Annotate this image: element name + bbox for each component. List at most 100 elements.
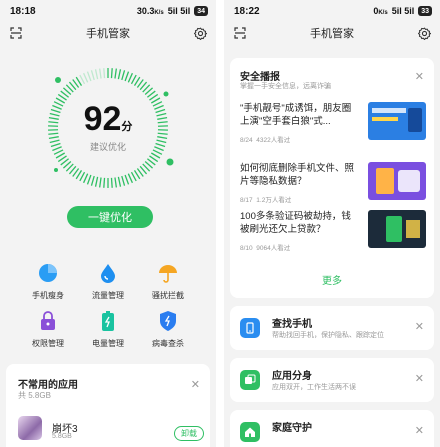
news-item[interactable]: "手机靓号"成诱饵，朋友圈上演"空手套白狼"式... 8/24 4322人看过 (240, 102, 426, 146)
news-item[interactable]: 100多条验证码被劫持，钱被刷光还欠上贷款？ 8/10 9064人看过 (240, 210, 426, 254)
list-item[interactable]: 崩坏3 5.8GB 卸载 (18, 416, 204, 446)
water-drop-icon (101, 264, 115, 283)
family-guard-icon (240, 422, 260, 442)
health-score-gauge: 92分 建议优化 (38, 58, 178, 198)
security-news-subtitle: 掌握一手安全信息，远离诈骗 (240, 83, 331, 90)
gauge-tick (130, 171, 137, 182)
settings-gear-icon[interactable] (416, 25, 432, 41)
gauge-tick (94, 176, 99, 187)
unused-apps-total: 共 5.8GB (18, 391, 51, 400)
uninstall-button[interactable]: 卸载 (174, 426, 204, 441)
app-clone-card[interactable]: 应用分身 应用双开，工作生活两不误 ✕ (230, 358, 434, 402)
news-views: 1.2万人看过 (256, 197, 292, 204)
status-bar: 18:18 30.3K/s 5il 5il 34 (0, 0, 216, 22)
page-title: 手机管家 (310, 28, 354, 40)
tool-data-usage[interactable]: 流量管理 (78, 262, 138, 301)
feature-subtitle: 帮助找回手机，保护隐私、跟踪定位 (272, 332, 384, 339)
tool-spam-block[interactable]: 骚扰拦截 (138, 262, 198, 301)
status-time: 18:18 (10, 5, 36, 17)
gauge-tick (110, 177, 113, 188)
health-score-label: 建议优化 (89, 142, 126, 152)
find-phone-icon (240, 318, 260, 338)
scan-icon[interactable] (232, 25, 248, 41)
gauge-tick (86, 71, 92, 82)
app-icon (18, 416, 42, 440)
news-views: 4322人看过 (256, 137, 291, 144)
app-size: 5.8GB (52, 433, 72, 440)
gauge-tick (103, 177, 106, 188)
unused-apps-title: 不常用的应用 (18, 380, 78, 391)
gauge-tick (99, 177, 102, 188)
gauge-dot (166, 158, 174, 166)
more-news-link[interactable]: 更多 (230, 272, 434, 287)
one-click-optimize-button[interactable]: 一键优化 (67, 206, 153, 228)
page-title: 手机管家 (86, 28, 130, 40)
news-views: 9064人看过 (256, 245, 291, 252)
family-guard-card[interactable]: 家庭守护 ✕ (230, 410, 434, 447)
gauge-tick (114, 68, 117, 79)
gauge-tick (121, 70, 126, 81)
scan-icon[interactable] (8, 25, 24, 41)
news-date: 8/24 (240, 137, 253, 144)
gauge-tick (117, 69, 122, 80)
gauge-tick (90, 70, 95, 81)
battery-icon: 33 (418, 6, 432, 16)
news-date: 8/17 (240, 197, 253, 204)
news-thumbnail (368, 210, 426, 248)
security-news-card: 安全播报 掌握一手安全信息，远离诈骗 ✕ "手机靓号"成诱饵，朋友圈上演"空手套… (230, 58, 434, 298)
close-icon[interactable]: ✕ (415, 320, 424, 333)
network-speed: 0K/s (373, 6, 388, 16)
gauge-tick (103, 68, 106, 79)
tool-virus-scan[interactable]: 病毒查杀 (138, 310, 198, 349)
news-date: 8/10 (240, 245, 253, 252)
gauge-tick (124, 71, 130, 82)
close-icon[interactable]: ✕ (415, 424, 424, 437)
feature-subtitle: 应用双开，工作生活两不误 (272, 384, 356, 391)
status-bar: 18:22 0K/s 5il 5il 33 (224, 0, 440, 22)
news-title: "手机靓号"成诱饵，朋友圈上演"空手套白狼"式... (240, 103, 352, 127)
news-title: 100多条验证码被劫持，钱被刷光还欠上贷款？ (240, 211, 351, 235)
tool-phone-slim[interactable]: 手机瘦身 (18, 262, 78, 301)
app-bar: 手机管家 (224, 22, 440, 44)
tool-permissions[interactable]: 权限管理 (18, 310, 78, 349)
signal-indicator: 5il 5il (167, 6, 191, 16)
news-item[interactable]: 如何彻底删除手机文件、照片等隐私数据？ 8/17 1.2万人看过 (240, 162, 426, 206)
gauge-tick (79, 74, 86, 85)
settings-gear-icon[interactable] (192, 25, 208, 41)
gauge-tick (150, 152, 161, 159)
gauge-tick (83, 173, 89, 184)
gauge-tick (127, 72, 133, 83)
gauge-tick (55, 152, 66, 159)
network-speed: 30.3K/s (136, 6, 164, 16)
health-score-unit: 分 (121, 121, 133, 133)
feature-title: 查找手机 (272, 319, 312, 330)
umbrella-icon (159, 265, 177, 283)
close-icon[interactable]: ✕ (415, 70, 424, 83)
battery-icon: 34 (194, 6, 208, 16)
close-icon[interactable]: ✕ (415, 372, 424, 385)
health-score-value: 92 (83, 100, 122, 138)
tool-battery[interactable]: 电量管理 (78, 310, 138, 349)
phone-manager-home-screen: 18:18 30.3K/s 5il 5il 34 手机管家 92分 建议优化 一… (0, 0, 216, 447)
gauge-tick (83, 72, 89, 83)
shield-icon (160, 311, 176, 331)
news-thumbnail (368, 102, 426, 140)
signal-indicator: 5il 5il (391, 6, 415, 16)
status-time: 18:22 (234, 5, 260, 17)
phone-manager-feed-screen: 18:22 0K/s 5il 5il 33 手机管家 安全播报 掌握一手安全信息… (224, 0, 440, 447)
gauge-dot (54, 168, 58, 172)
gauge-tick (124, 174, 130, 185)
find-phone-card[interactable]: 查找手机 帮助找回手机，保护隐私、跟踪定位 ✕ (230, 306, 434, 350)
gauge-tick (90, 175, 95, 186)
app-clone-icon (240, 370, 260, 390)
battery-icon (102, 311, 114, 331)
gauge-tick (86, 174, 92, 185)
news-title: 如何彻底删除手机文件、照片等隐私数据？ (240, 163, 355, 187)
gauge-tick (121, 175, 126, 186)
gauge-dot (163, 91, 169, 97)
close-icon[interactable]: ✕ (191, 378, 200, 391)
gauge-tick (110, 68, 113, 79)
feature-title: 家庭守护 (272, 423, 312, 434)
gauge-tick (114, 177, 117, 188)
lock-icon (41, 311, 55, 330)
